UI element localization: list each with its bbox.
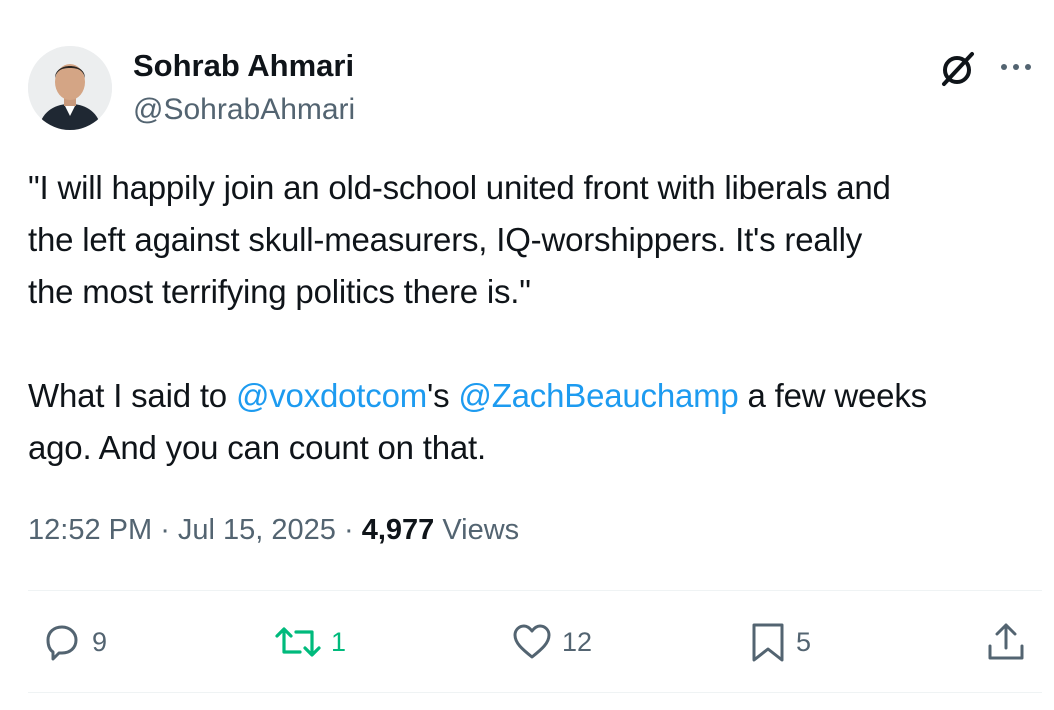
tweet-text-segment: 's — [427, 377, 459, 414]
tweet-text-segment: What I said to — [28, 377, 236, 414]
tweet-text: "I will happily join an old-school unite… — [28, 162, 1043, 474]
reply-button[interactable]: 9 — [40, 620, 107, 664]
heart-icon — [513, 624, 551, 659]
tweet-line: the most terrifying politics there is." — [28, 273, 531, 310]
divider — [28, 590, 1042, 591]
retweet-button[interactable]: 1 — [273, 620, 346, 664]
grok-icon[interactable] — [938, 49, 978, 89]
more-icon[interactable] — [998, 52, 1034, 82]
author-handle[interactable]: @SohrabAhmari — [133, 92, 355, 128]
tweet-line: ago. And you can count on that. — [28, 429, 486, 466]
tweet-line: What I said to @voxdotcom's @ZachBeaucha… — [28, 370, 1043, 422]
reply-count: 9 — [92, 626, 108, 657]
bookmark-count: 5 — [796, 626, 812, 657]
author-display-name[interactable]: Sohrab Ahmari — [133, 48, 354, 84]
bookmark-icon — [752, 623, 784, 662]
views-label: Views — [434, 514, 520, 546]
avatar-image — [28, 46, 112, 130]
tweet-meta: 12:52 PM · Jul 15, 2025 · 4,977 Views — [28, 510, 519, 550]
post-date[interactable]: Jul 15, 2025 — [178, 514, 336, 546]
avatar[interactable] — [28, 46, 112, 130]
share-icon — [988, 623, 1024, 660]
retweet-count: 1 — [331, 626, 347, 657]
mention-link-zachbeauchamp[interactable]: @ZachBeauchamp — [458, 377, 738, 414]
like-button[interactable]: 12 — [510, 620, 592, 664]
meta-separator: · — [152, 514, 178, 546]
reply-icon — [46, 625, 78, 661]
mention-link-voxdotcom[interactable]: @voxdotcom — [236, 377, 427, 414]
like-count: 12 — [562, 626, 593, 657]
bookmark-button[interactable]: 5 — [748, 620, 811, 664]
tweet-text-segment: a few weeks — [738, 377, 928, 414]
tweet-line: the left against skull-measurers, IQ-wor… — [28, 221, 863, 258]
divider — [28, 692, 1042, 693]
post-time[interactable]: 12:52 PM — [28, 514, 152, 546]
retweet-icon — [275, 627, 321, 657]
share-button[interactable] — [984, 620, 1028, 664]
views-count[interactable]: 4,977 — [362, 514, 435, 546]
tweet-line: "I will happily join an old-school unite… — [28, 169, 891, 206]
meta-separator: · — [335, 514, 362, 546]
